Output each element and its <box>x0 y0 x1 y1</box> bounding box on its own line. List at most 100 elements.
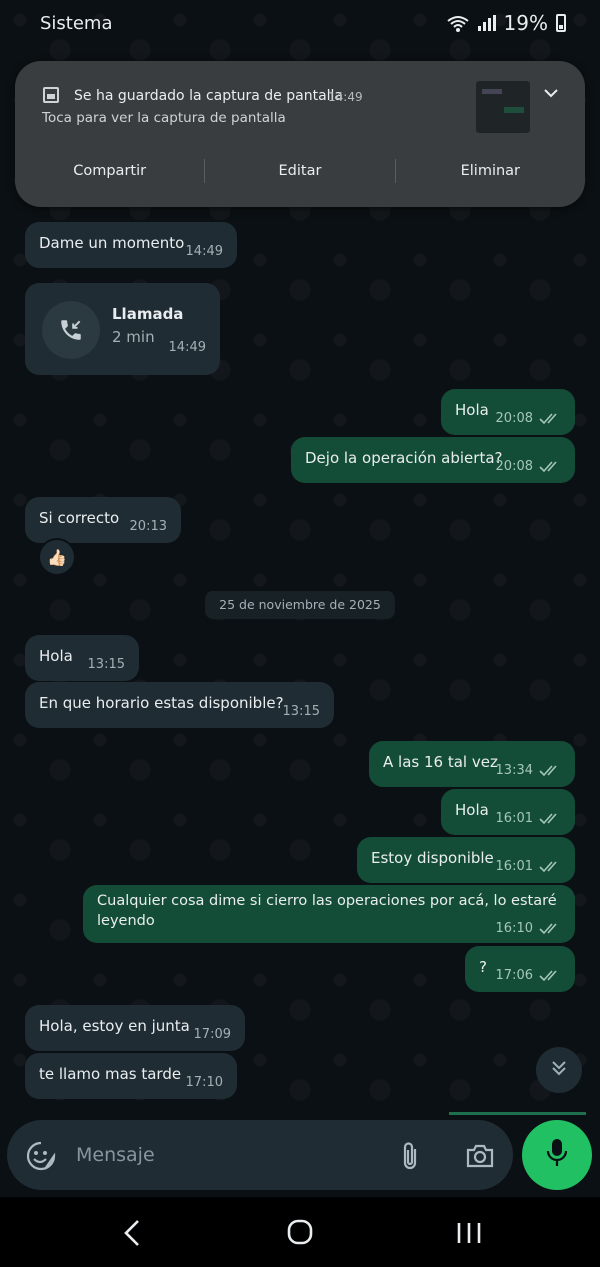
time-label: 13:34 <box>495 763 533 778</box>
message-outgoing[interactable]: A las 16 tal vez 13:34 <box>369 741 575 787</box>
message-outgoing[interactable]: ? 17:06 <box>465 946 575 992</box>
time-label: 14:49 <box>185 244 223 259</box>
message-text: En que horario estas disponible? <box>39 694 284 712</box>
message-time: 17:10 <box>186 1075 223 1090</box>
reaction-thumbs-up[interactable]: 👍🏻 <box>38 538 76 576</box>
status-bar: Sistema 19% <box>0 0 600 48</box>
time-label: 20:08 <box>495 459 533 474</box>
share-button[interactable]: Compartir <box>15 156 204 186</box>
scroll-down-button[interactable] <box>536 1047 582 1093</box>
divider <box>449 1112 586 1115</box>
message-outgoing[interactable]: Dejo la operación abierta? 20:08 <box>291 437 575 483</box>
message-incoming[interactable]: te llamo mas tarde 17:10 <box>25 1053 237 1099</box>
message-text: Si correcto <box>39 509 120 527</box>
message-incoming[interactable]: Dame un momento 14:49 <box>25 222 237 268</box>
time-label: 17:06 <box>495 968 533 983</box>
message-text: te llamo mas tarde <box>39 1065 182 1083</box>
signal-icon <box>477 15 496 31</box>
screenshot-notification[interactable]: Se ha guardado la captura de pantalla 14… <box>15 61 585 207</box>
nav-recents-icon[interactable] <box>455 1221 483 1245</box>
delete-button[interactable]: Eliminar <box>396 156 585 186</box>
double-check-icon <box>539 860 561 873</box>
message-text: Hola <box>455 801 489 819</box>
message-time: 14:49 <box>169 340 206 355</box>
call-received-icon <box>42 301 100 359</box>
time-label: 17:09 <box>193 1027 231 1042</box>
double-check-icon <box>539 460 561 473</box>
time-label: 20:13 <box>129 519 167 534</box>
time-label: 14:49 <box>168 340 206 355</box>
message-text: Dejo la operación abierta? <box>305 449 503 467</box>
mic-button[interactable] <box>522 1120 592 1190</box>
double-check-icon <box>539 969 561 982</box>
call-title: Llamada <box>112 305 184 323</box>
message-time: 17:09 <box>194 1027 231 1042</box>
message-meta: 16:01 <box>496 811 561 826</box>
time-label: 13:15 <box>282 704 320 719</box>
message-incoming[interactable]: Hola 13:15 <box>25 635 139 681</box>
message-text: Hola <box>39 647 73 665</box>
status-icons: 19% <box>446 11 566 35</box>
message-time: 20:13 <box>130 519 167 534</box>
attach-icon[interactable] <box>398 1140 422 1172</box>
notification-actions: Compartir Editar Eliminar <box>15 156 585 186</box>
time-label: 16:10 <box>495 921 533 936</box>
nav-home-icon[interactable] <box>287 1219 313 1245</box>
date-separator: 25 de noviembre de 2025 <box>205 591 395 619</box>
double-check-icon <box>539 812 561 825</box>
message-meta: 17:06 <box>496 968 561 983</box>
message-time: 13:15 <box>88 657 125 672</box>
time-label: 13:15 <box>87 657 125 672</box>
message-outgoing[interactable]: Hola 20:08 <box>441 389 575 435</box>
call-duration: 2 min <box>112 328 155 346</box>
message-incoming[interactable]: En que horario estas disponible? 13:15 <box>25 682 334 728</box>
system-nav-bar <box>0 1197 600 1267</box>
message-text: Estoy disponible <box>371 849 494 867</box>
message-text: ? <box>479 958 487 976</box>
message-input[interactable]: Mensaje <box>76 1144 155 1166</box>
time-label: 16:01 <box>495 811 533 826</box>
double-check-icon <box>539 412 561 425</box>
message-meta: 16:01 <box>496 859 561 874</box>
message-time: 13:15 <box>283 704 320 719</box>
message-outgoing[interactable]: Estoy disponible 16:01 <box>357 837 575 883</box>
nav-back-icon[interactable] <box>120 1219 144 1247</box>
double-check-icon <box>539 922 561 935</box>
message-meta: 20:08 <box>496 411 561 426</box>
message-text-line: leyendo <box>97 913 155 929</box>
message-meta: 16:10 <box>496 921 561 936</box>
chat-screen: Sistema 19% Se ha guardado la captura de… <box>0 0 600 1267</box>
call-message[interactable]: Llamada 2 min 14:49 <box>25 283 220 375</box>
time-label: 16:01 <box>495 859 533 874</box>
message-text-line: Cualquier cosa dime si cierro las operac… <box>97 893 557 909</box>
message-text: Dame un momento <box>39 234 185 252</box>
message-text: Hola <box>455 401 489 419</box>
message-composer: Mensaje <box>7 1120 513 1190</box>
message-incoming[interactable]: Hola, estoy en junta 17:09 <box>25 1005 245 1051</box>
wifi-icon <box>446 14 470 32</box>
sticker-icon[interactable] <box>25 1140 57 1172</box>
message-outgoing[interactable]: Cualquier cosa dime si cierro las operac… <box>83 885 575 943</box>
message-meta: 13:34 <box>496 763 561 778</box>
battery-percent: 19% <box>503 11 548 35</box>
message-outgoing[interactable]: Hola 16:01 <box>441 789 575 835</box>
message-text: Hola, estoy en junta <box>39 1017 190 1035</box>
image-icon <box>43 87 59 103</box>
screenshot-thumbnail[interactable] <box>476 81 530 133</box>
mic-icon <box>545 1138 569 1172</box>
time-label: 20:08 <box>495 411 533 426</box>
chevron-down-icon[interactable] <box>543 85 559 101</box>
notification-time: 14:49 <box>328 90 363 104</box>
notification-subtitle: Toca para ver la captura de pantalla <box>42 110 286 126</box>
message-meta: 20:08 <box>496 459 561 474</box>
camera-icon[interactable] <box>464 1140 496 1172</box>
message-time: 14:49 <box>186 244 223 259</box>
edit-button[interactable]: Editar <box>205 156 394 186</box>
notification-title: Se ha guardado la captura de pantalla <box>74 88 344 104</box>
message-text: A las 16 tal vez <box>383 753 498 771</box>
message-incoming[interactable]: Si correcto 20:13 <box>25 497 181 543</box>
time-label: 17:10 <box>185 1075 223 1090</box>
status-carrier: Sistema <box>40 13 113 34</box>
battery-icon <box>556 14 566 32</box>
scroll-down-icon <box>549 1058 569 1082</box>
